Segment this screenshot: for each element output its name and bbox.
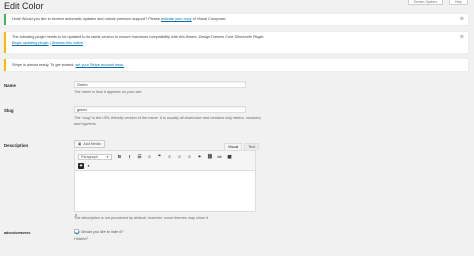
align-left-icon[interactable]: ≡ <box>167 154 172 160</box>
bold-icon[interactable]: B <box>117 154 122 160</box>
fullscreen-icon[interactable]: ▭ <box>217 154 222 160</box>
format-select-value: Paragraph <box>81 155 98 159</box>
hide-checkbox[interactable] <box>74 229 79 234</box>
notice-stripe: Stripe is almost ready. To get started, … <box>4 59 468 71</box>
extra-field-label: advcolorravees <box>4 231 31 235</box>
hidden-hint: Hidden? <box>74 237 89 241</box>
toolbar-icons: B I ☰ ≡ ❝ ≡ ≡ ≡ ⚭ ⛓ ▭ ▦ <box>117 154 232 160</box>
toolbar-toggle-icon[interactable]: ▦ <box>227 154 232 160</box>
name-label: Name <box>4 83 16 88</box>
stripe-keys-link[interactable]: set your Stripe account keys. <box>75 63 124 67</box>
chevron-down-icon[interactable]: ▼ <box>86 163 91 169</box>
add-media-icon: ▣ <box>78 142 82 146</box>
notice-activate-text: Hola! Would you like to receive automati… <box>12 17 160 21</box>
begin-updating-link[interactable]: Begin updating plugin <box>12 41 49 45</box>
italic-icon[interactable]: I <box>127 154 132 160</box>
notice-activate-suffix: of Visual Composer. <box>192 17 227 21</box>
unlink-icon[interactable]: ⛓ <box>207 154 213 160</box>
help-button[interactable]: Help <box>449 0 468 5</box>
notice-plugin-text: The following plugin needs to be updated… <box>12 35 198 39</box>
notice-activate: Hola! Would you like to receive automati… <box>4 14 468 25</box>
dismiss-icon[interactable]: ⊗ <box>460 17 464 22</box>
bullet-list-icon[interactable]: ☰ <box>137 154 142 160</box>
activate-link[interactable]: activate your copy <box>161 17 192 21</box>
hide-checkbox-label: Would you like to hide it? <box>81 229 124 234</box>
align-right-icon[interactable]: ≡ <box>187 154 192 160</box>
link-icon[interactable]: ⚭ <box>197 154 202 160</box>
hide-checkbox-row: Would you like to hide it? <box>74 229 123 234</box>
link-separator: | <box>49 40 51 45</box>
name-input[interactable]: Green <box>74 81 246 88</box>
slug-input[interactable]: green <box>74 106 246 113</box>
top-buttons: Screen Options Help <box>407 0 468 5</box>
notice-plugin-update: The following plugin needs to be updated… <box>4 32 468 53</box>
tab-text[interactable]: Text <box>244 143 260 150</box>
align-center-icon[interactable]: ≡ <box>177 154 182 160</box>
visual-composer-icon[interactable]: ✦ <box>78 163 84 169</box>
toolbar-row-2: ✦ ▼ <box>78 163 91 169</box>
page-title: Edit Color <box>4 1 44 11</box>
blockquote-icon[interactable]: ❝ <box>157 154 162 160</box>
dismiss-icon[interactable]: ⊗ <box>460 34 464 41</box>
name-description: The name is how it appears on your site. <box>74 90 143 94</box>
add-media-label: Add Media <box>83 142 101 146</box>
numbered-list-icon[interactable]: ≡ <box>147 154 152 160</box>
tab-visual[interactable]: Visual <box>224 143 243 150</box>
add-media-button[interactable]: ▣ Add Media <box>74 140 105 148</box>
format-select[interactable]: Paragraph ▼ <box>78 154 112 160</box>
chevron-down-icon: ▼ <box>106 155 109 159</box>
slug-label: Slug <box>4 108 14 113</box>
screen-options-button[interactable]: Screen Options <box>407 0 444 5</box>
description-editor[interactable]: Paragraph ▼ B I ☰ ≡ ❝ ≡ ≡ ≡ ⚭ ⛓ ▭ ▦ ✦ ▼ <box>74 150 256 212</box>
editor-toolbar: Paragraph ▼ B I ☰ ≡ ❝ ≡ ≡ ≡ ⚭ ⛓ ▭ ▦ ✦ ▼ <box>75 151 255 171</box>
description-label: Description <box>4 143 29 148</box>
editor-tabs: Visual Text <box>224 143 260 150</box>
dismiss-notice-link[interactable]: Dismiss this notice <box>52 41 83 45</box>
notice-plugin-name: DesignThemes Core Shortcode Plugin. <box>198 35 265 39</box>
slug-description: The “slug” is the URL-friendly version o… <box>74 116 262 126</box>
notice-stripe-text: Stripe is almost ready. To get started, <box>12 63 75 67</box>
description-help: The description is not prominent by defa… <box>74 216 209 220</box>
